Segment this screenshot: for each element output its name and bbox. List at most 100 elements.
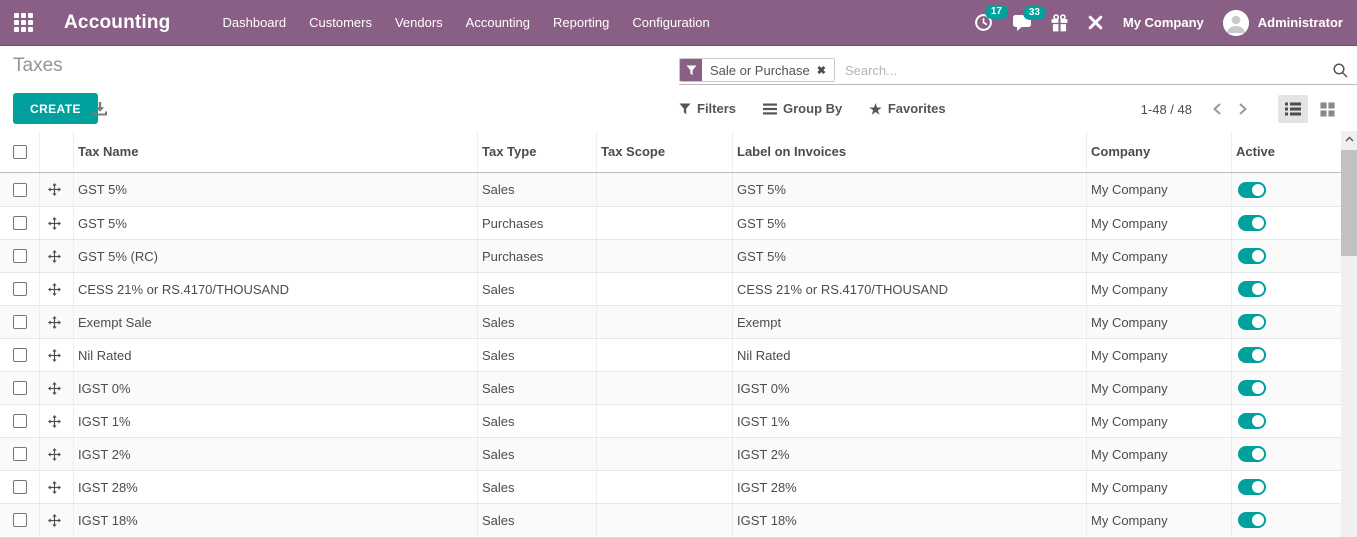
row-checkbox[interactable] <box>13 414 27 428</box>
create-button[interactable]: CREATE <box>13 93 98 124</box>
tax-scope-cell <box>597 273 733 305</box>
active-toggle[interactable] <box>1238 446 1266 462</box>
drag-handle-icon[interactable] <box>48 183 61 196</box>
tax-scope-cell <box>597 438 733 470</box>
search-icon[interactable] <box>1332 62 1349 79</box>
row-checkbox[interactable] <box>13 282 27 296</box>
search-input[interactable] <box>835 63 1332 78</box>
active-toggle[interactable] <box>1238 182 1266 198</box>
active-toggle[interactable] <box>1238 248 1266 264</box>
activities-button[interactable]: 17 <box>974 13 993 32</box>
filters-button[interactable]: Filters <box>679 101 736 116</box>
control-panel-top: Taxes Sale or Purchase ✖ <box>0 46 1357 90</box>
row-checkbox[interactable] <box>13 183 27 197</box>
table-row[interactable]: IGST 28% Sales IGST 28% My Company <box>0 470 1341 503</box>
favorites-button[interactable]: ★ Favorites <box>869 101 945 116</box>
active-toggle[interactable] <box>1238 281 1266 297</box>
company-switcher[interactable]: My Company <box>1123 15 1204 30</box>
active-toggle[interactable] <box>1238 347 1266 363</box>
table-row[interactable]: IGST 18% Sales IGST 18% My Company <box>0 503 1341 536</box>
drag-handle-icon[interactable] <box>48 382 61 395</box>
pager-next-icon[interactable] <box>1230 95 1256 123</box>
active-cell <box>1232 306 1341 338</box>
drag-handle-icon[interactable] <box>48 349 61 362</box>
drag-handle-icon[interactable] <box>48 250 61 263</box>
table-row[interactable]: GST 5% Sales GST 5% My Company <box>0 173 1341 206</box>
gift-button[interactable] <box>1051 14 1068 32</box>
header-company[interactable]: Company <box>1087 131 1232 172</box>
active-toggle[interactable] <box>1238 215 1266 231</box>
header-tax-scope[interactable]: Tax Scope <box>597 131 733 172</box>
active-toggle[interactable] <box>1238 512 1266 528</box>
drag-handle-icon[interactable] <box>48 283 61 296</box>
row-select-cell <box>0 207 40 239</box>
menu-item-accounting[interactable]: Accounting <box>466 15 530 30</box>
drag-handle-icon[interactable] <box>48 514 61 527</box>
list-view-icon[interactable] <box>1278 95 1308 123</box>
row-checkbox[interactable] <box>13 249 27 263</box>
menu-item-reporting[interactable]: Reporting <box>553 15 609 30</box>
search-bar[interactable]: Sale or Purchase ✖ <box>679 56 1357 85</box>
user-menu[interactable]: Administrator <box>1223 10 1343 36</box>
table-row[interactable]: IGST 2% Sales IGST 2% My Company <box>0 437 1341 470</box>
messages-button[interactable]: 33 <box>1012 14 1032 32</box>
select-all-checkbox[interactable] <box>13 145 27 159</box>
header-tax-name[interactable]: Tax Name <box>74 131 478 172</box>
group-by-button[interactable]: Group By <box>763 101 842 116</box>
row-checkbox[interactable] <box>13 381 27 395</box>
drag-handle-icon[interactable] <box>48 217 61 230</box>
scrollbar-thumb[interactable] <box>1341 150 1357 256</box>
facet-remove-icon[interactable]: ✖ <box>817 64 826 77</box>
scrollbar-up-icon[interactable] <box>1341 131 1357 147</box>
kanban-view-icon[interactable] <box>1312 95 1342 123</box>
drag-handle-icon[interactable] <box>48 415 61 428</box>
tax-name-cell: GST 5% <box>74 207 478 239</box>
menu-item-configuration[interactable]: Configuration <box>632 15 709 30</box>
tax-type-cell: Sales <box>478 504 597 536</box>
favorites-star-icon: ★ <box>869 102 882 116</box>
row-checkbox[interactable] <box>13 216 27 230</box>
table-row[interactable]: Exempt Sale Sales Exempt My Company <box>0 305 1341 338</box>
header-label-on-invoices[interactable]: Label on Invoices <box>733 131 1087 172</box>
table-row[interactable]: IGST 1% Sales IGST 1% My Company <box>0 404 1341 437</box>
group-by-icon <box>763 103 777 115</box>
label-on-invoices-cell: CESS 21% or RS.4170/THOUSAND <box>733 273 1087 305</box>
row-checkbox[interactable] <box>13 315 27 329</box>
row-checkbox[interactable] <box>13 480 27 494</box>
menu-item-vendors[interactable]: Vendors <box>395 15 443 30</box>
company-cell: My Company <box>1087 173 1232 206</box>
vertical-scrollbar[interactable] <box>1341 131 1357 537</box>
drag-handle-icon[interactable] <box>48 481 61 494</box>
row-checkbox[interactable] <box>13 348 27 362</box>
label-on-invoices-cell: GST 5% <box>733 240 1087 272</box>
menu-item-customers[interactable]: Customers <box>309 15 372 30</box>
tools-button[interactable] <box>1087 14 1104 31</box>
label-on-invoices-cell: IGST 2% <box>733 438 1087 470</box>
active-toggle[interactable] <box>1238 413 1266 429</box>
table-row[interactable]: GST 5% (RC) Purchases GST 5% My Company <box>0 239 1341 272</box>
message-count-badge: 33 <box>1023 6 1046 20</box>
company-cell: My Company <box>1087 372 1232 404</box>
drag-handle-icon[interactable] <box>48 316 61 329</box>
tax-name-cell: Exempt Sale <box>74 306 478 338</box>
active-toggle[interactable] <box>1238 314 1266 330</box>
row-checkbox[interactable] <box>13 513 27 527</box>
table-row[interactable]: CESS 21% or RS.4170/THOUSAND Sales CESS … <box>0 272 1341 305</box>
pager-prev-icon[interactable] <box>1204 95 1230 123</box>
table-row[interactable]: GST 5% Purchases GST 5% My Company <box>0 206 1341 239</box>
table-row[interactable]: Nil Rated Sales Nil Rated My Company <box>0 338 1341 371</box>
handle-header-cell <box>40 131 74 172</box>
export-download-icon[interactable] <box>92 101 108 117</box>
page-title: Taxes <box>13 55 63 77</box>
table-row[interactable]: IGST 0% Sales IGST 0% My Company <box>0 371 1341 404</box>
header-active[interactable]: Active <box>1232 131 1341 172</box>
row-checkbox[interactable] <box>13 447 27 461</box>
active-toggle[interactable] <box>1238 479 1266 495</box>
drag-handle-icon[interactable] <box>48 448 61 461</box>
tax-name-cell: IGST 1% <box>74 405 478 437</box>
active-toggle[interactable] <box>1238 380 1266 396</box>
header-tax-type[interactable]: Tax Type <box>478 131 597 172</box>
menu-item-dashboard[interactable]: Dashboard <box>223 15 287 30</box>
apps-menu-icon[interactable] <box>14 13 33 32</box>
company-cell: My Company <box>1087 339 1232 371</box>
